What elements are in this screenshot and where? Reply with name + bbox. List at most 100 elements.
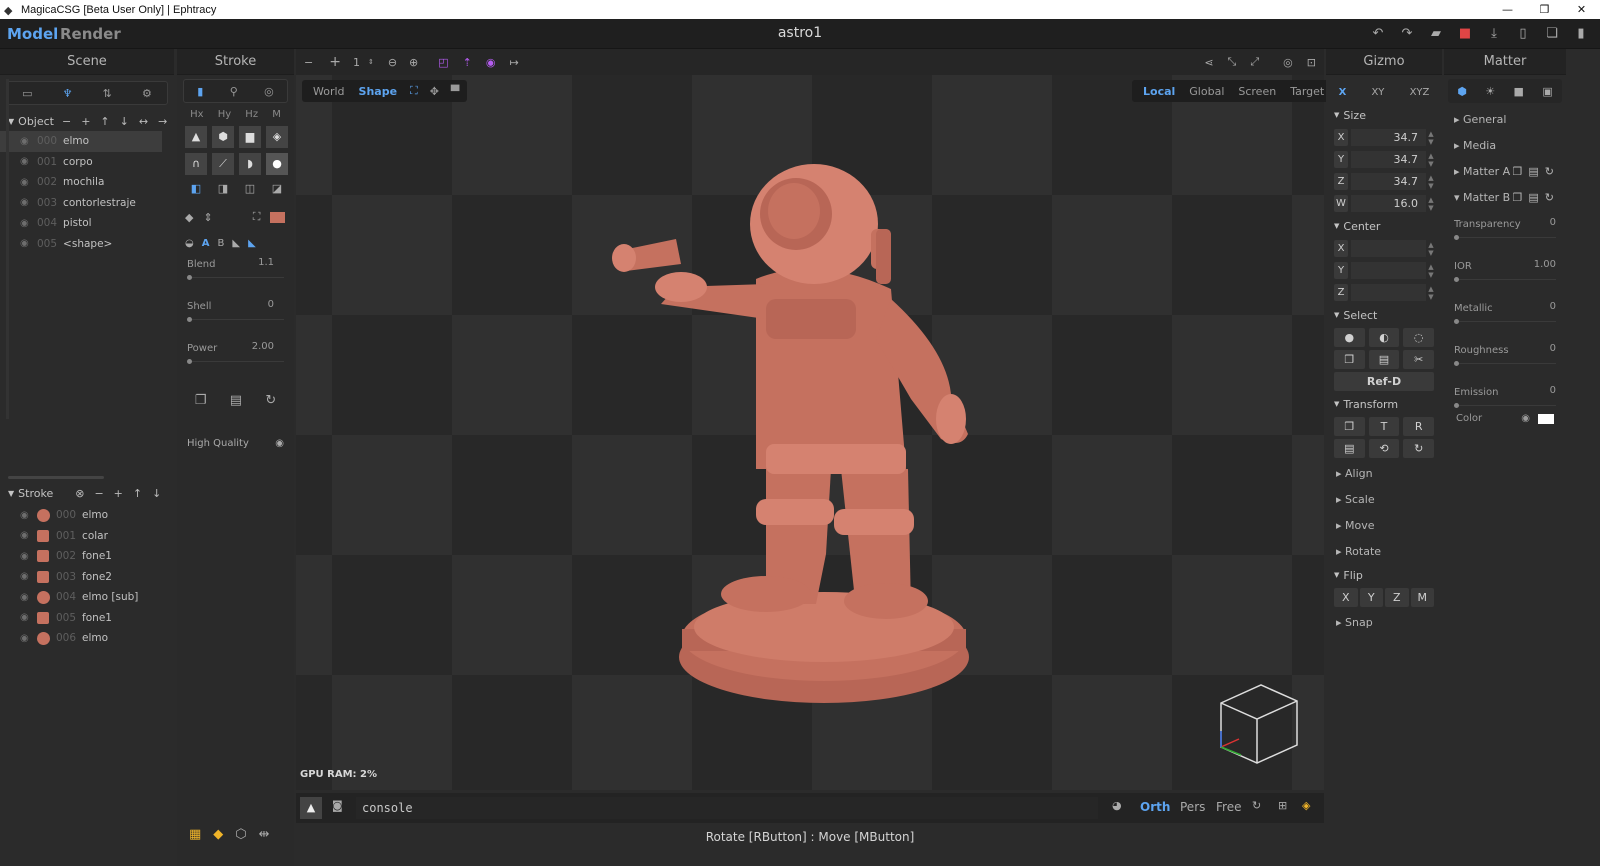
spinner-icon[interactable]: ▲ ▼ (1426, 196, 1436, 212)
fullscreen-icon[interactable]: ⤢ (1250, 55, 1259, 69)
axis-hz-button[interactable]: Hz (245, 109, 258, 120)
tab-xyz[interactable]: XYZ (1410, 87, 1430, 98)
shell-slider[interactable]: Shell 0 (187, 299, 284, 322)
gear-icon[interactable]: ⚙ (142, 87, 152, 100)
align-section[interactable]: ▸ Align (1326, 461, 1442, 487)
stretch-icon[interactable]: ↦ (510, 56, 519, 69)
remove-icon[interactable]: − (94, 487, 103, 500)
center-value-input[interactable] (1351, 284, 1426, 301)
stroke-item[interactable]: ◉ 000 elmo (0, 505, 162, 526)
focus-icon[interactable]: ◎ (1283, 56, 1293, 69)
view-orth[interactable]: Orth (1140, 800, 1170, 814)
box-view-icon[interactable]: ◈ (1302, 799, 1310, 812)
move-right-icon[interactable]: → (158, 115, 167, 128)
matter-b-section[interactable]: ▾ Matter B ❐▤↻ (1444, 185, 1566, 211)
size-value-input[interactable]: 34.7 (1351, 129, 1426, 146)
minimize-icon[interactable]: — (1489, 0, 1526, 19)
redo-icon[interactable]: ↷ (1398, 26, 1416, 42)
stroke-item[interactable]: ◉ 001 colar (0, 526, 162, 547)
diamond-icon[interactable]: ◆ (213, 827, 223, 842)
rotate-view-icon[interactable]: ↻ (1252, 799, 1261, 812)
copy-file-icon[interactable]: ❏ (1543, 26, 1561, 42)
camera-icon[interactable]: ◙ (332, 799, 343, 812)
matter-slider[interactable]: Roughness 0 (1454, 343, 1556, 366)
clear-icon[interactable]: ⊗ (75, 487, 84, 500)
matter-prop-value[interactable]: 0 (1550, 217, 1556, 228)
axis-hx-button[interactable]: Hx (190, 109, 203, 120)
split-icon[interactable]: ⇹ (259, 827, 270, 842)
cylinder-icon[interactable]: ▆ (239, 126, 261, 148)
matter-slider[interactable]: IOR 1.00 (1454, 259, 1556, 282)
move-tool-icon[interactable]: ✥ (426, 85, 443, 98)
paste-icon[interactable]: ▤ (1368, 350, 1400, 369)
flip-z-button[interactable]: Z (1385, 588, 1409, 607)
eye-icon[interactable]: ◉ (20, 238, 32, 249)
line-icon[interactable]: ⟋ (212, 153, 234, 175)
palette-icon[interactable]: ◕ (1112, 799, 1122, 812)
pick-icon[interactable]: ◆ (185, 211, 193, 224)
matter-a-actions-icon[interactable]: ❐▤↻ (1513, 159, 1560, 185)
swap-icon[interactable]: ⇕ (203, 211, 212, 224)
copy-icon[interactable]: ❐ (195, 393, 207, 408)
object-item[interactable]: ◉ 000 elmo (0, 131, 162, 152)
filter-icon[interactable]: ⚲ (230, 85, 238, 98)
view-pers[interactable]: Pers (1180, 800, 1205, 814)
power-slider[interactable]: Power 2.00 (187, 341, 284, 364)
view-free[interactable]: Free (1216, 800, 1241, 814)
object-item[interactable]: ◉ 001 corpo (0, 152, 162, 173)
layout-icon[interactable]: ⊞ (1278, 799, 1287, 812)
general-section[interactable]: ▸ General (1444, 107, 1566, 133)
matter-prop-value[interactable]: 0 (1550, 385, 1556, 396)
add-icon[interactable]: + (81, 115, 90, 128)
eye-icon[interactable]: ◉ (20, 510, 32, 521)
tab-shape[interactable]: Shape (352, 85, 405, 98)
eye-icon[interactable]: ◉ (20, 218, 32, 229)
power-value[interactable]: 2.00 (252, 341, 274, 352)
stroke-item[interactable]: ◉ 005 fone1 (0, 608, 162, 629)
close-icon[interactable]: ✕ (1563, 0, 1600, 19)
move-section[interactable]: ▸ Move (1326, 513, 1442, 539)
mode-b[interactable]: B (217, 238, 224, 249)
reset-icon[interactable]: ↻ (265, 393, 276, 408)
copy-icon[interactable]: ❐ (1334, 350, 1365, 369)
stroke-item[interactable]: ◉ 002 fone1 (0, 546, 162, 567)
stroke-item[interactable]: ◉ 004 elmo [sub] (0, 587, 162, 608)
step-value[interactable]: 1 (353, 56, 360, 69)
matter-slider[interactable]: Metallic 0 (1454, 301, 1556, 324)
blend-value[interactable]: 1.1 (258, 257, 274, 268)
zoom-in-icon[interactable]: + (329, 54, 341, 70)
scale-section[interactable]: ▸ Scale (1326, 487, 1442, 513)
tab-screen[interactable]: Screen (1231, 85, 1283, 98)
select-half-icon[interactable]: ◐ (1368, 328, 1400, 347)
ref-d-button[interactable]: Ref-D (1334, 372, 1434, 391)
frame-icon[interactable]: ⛶ (253, 210, 261, 224)
translate-button[interactable]: T (1368, 417, 1400, 436)
tree-icon[interactable]: ♆ (63, 87, 73, 100)
eye-icon[interactable]: ◉ (20, 592, 32, 603)
undo-transform-icon[interactable]: ⟲ (1368, 439, 1400, 458)
object-item[interactable]: ◉ 002 mochila (0, 172, 162, 193)
sphere-icon[interactable]: ● (266, 153, 288, 175)
light-icon[interactable]: ☀ (1485, 85, 1495, 98)
flip-x-button[interactable]: X (1334, 588, 1358, 607)
replace-icon[interactable]: ◪ (266, 180, 288, 198)
matter-a-section[interactable]: ▸ Matter A ❐▤↻ (1444, 159, 1566, 185)
union-icon[interactable]: ◧ (185, 180, 207, 198)
stroke-item[interactable]: ◉ 003 fone2 (0, 567, 162, 588)
eye-icon[interactable]: ◉ (20, 197, 32, 208)
leaf-icon[interactable]: ◗ (239, 153, 261, 175)
matter-prop-value[interactable]: 0 (1550, 301, 1556, 312)
size-value-input[interactable]: 34.7 (1351, 151, 1426, 168)
share-icon[interactable]: ⋖ (1204, 56, 1213, 69)
object-item[interactable]: ◉ 004 pistol (0, 213, 162, 234)
curve-icon[interactable]: ∩ (185, 153, 207, 175)
shrink-icon[interactable]: ⤡ (1228, 55, 1237, 69)
media-section[interactable]: ▸ Media (1444, 133, 1566, 159)
cube-icon[interactable]: ◈ (266, 126, 288, 148)
size-value-input[interactable]: 16.0 (1351, 195, 1426, 212)
move-down-icon[interactable]: ↓ (120, 115, 129, 128)
tab-global[interactable]: Global (1182, 85, 1231, 98)
brush-icon[interactable]: ▮ (197, 85, 203, 98)
radial-icon[interactable]: ◉ (486, 56, 496, 69)
color-pick-icon[interactable]: ◉ (1521, 413, 1530, 424)
